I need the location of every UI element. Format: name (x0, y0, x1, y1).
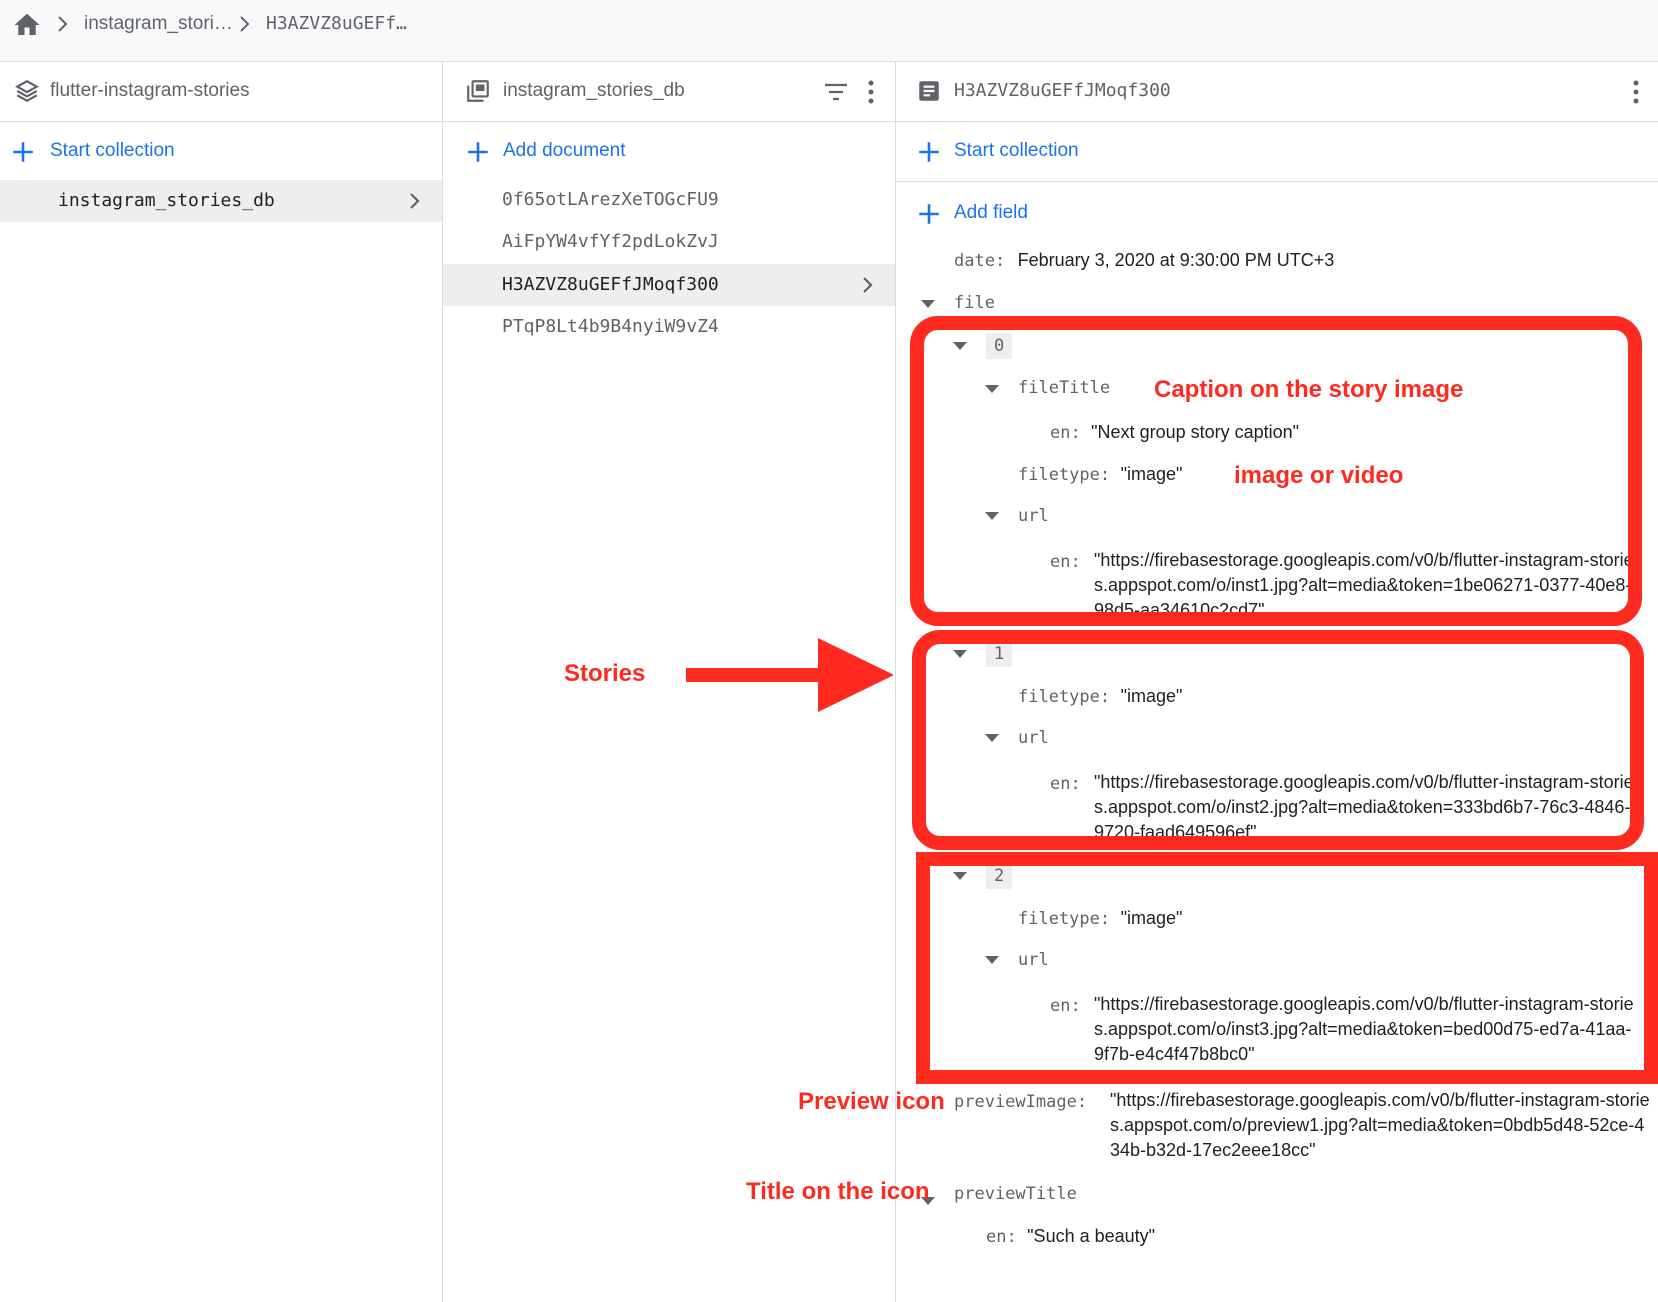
annotation-image-or-video: image or video (1234, 462, 1404, 489)
more-vert-icon[interactable] (861, 78, 881, 106)
field-previewTitle-en[interactable]: en: "Such a beauty" (986, 1226, 1155, 1247)
document-id: AiFpYW4vfYf2pdLokZvJ (502, 231, 719, 252)
column-collection-header: instagram_stories_db (443, 62, 895, 122)
annotation-box (912, 630, 1644, 850)
annotation-stories: Stories (564, 660, 646, 687)
field-file[interactable]: file (954, 293, 995, 313)
field-key: en: (986, 1227, 1017, 1247)
breadcrumb-item-document[interactable]: H3AZVZ8uGEFf… (266, 13, 407, 34)
field-value: "Such a beauty" (1027, 1226, 1156, 1246)
document-item-selected[interactable]: H3AZVZ8uGEFfJMoqf300 (443, 264, 895, 306)
document-item[interactable]: AiFpYW4vfYf2pdLokZvJ (443, 221, 895, 263)
breadcrumb-item-collection[interactable]: instagram_stori… (84, 13, 233, 35)
column-root: flutter-instagram-stories Start collecti… (0, 62, 443, 1302)
document-item[interactable]: PTqP8Lt4b9B4nyiW9vZ4 (443, 306, 895, 348)
start-collection-button[interactable]: Start collection (896, 122, 1658, 182)
column-document-title: H3AZVZ8uGEFfJMoqf300 (954, 80, 1171, 101)
field-key: file (954, 293, 995, 313)
collection-item[interactable]: instagram_stories_db (0, 180, 442, 222)
plus-icon (13, 142, 33, 162)
annotation-arrow (686, 638, 894, 712)
layers-icon (15, 80, 39, 102)
filter-icon[interactable] (823, 80, 849, 104)
add-field-button[interactable]: Add field (896, 182, 1658, 242)
annotation-title-on-icon: Title on the icon (746, 1178, 930, 1205)
field-key: previewTitle (954, 1184, 1077, 1204)
plus-icon (919, 204, 939, 224)
document-id: 0f65otLArezXeTOGcFU9 (502, 189, 719, 210)
home-icon[interactable] (12, 10, 42, 40)
chevron-right-icon (240, 16, 250, 32)
start-collection-label: Start collection (50, 140, 175, 161)
field-value: "https://firebasestorage.googleapis.com/… (1110, 1090, 1650, 1160)
column-document-header: H3AZVZ8uGEFfJMoqf300 (896, 62, 1658, 122)
chevron-right-icon (58, 16, 68, 32)
field-previewTitle[interactable]: previewTitle (954, 1184, 1077, 1204)
document-id: PTqP8Lt4b9B4nyiW9vZ4 (502, 316, 719, 337)
caret-down-icon[interactable] (920, 299, 936, 309)
field-value: February 3, 2020 at 9:30:00 PM UTC+3 (1017, 250, 1335, 270)
breadcrumb-bar: instagram_stori… H3AZVZ8uGEFf… (0, 0, 1658, 62)
column-collection-title: instagram_stories_db (503, 80, 685, 101)
field-key: date: (954, 251, 1006, 271)
collection-icon (467, 80, 489, 102)
field-date[interactable]: date: February 3, 2020 at 9:30:00 PM UTC… (954, 250, 1334, 271)
column-root-title: flutter-instagram-stories (50, 80, 250, 101)
annotation-caption: Caption on the story image (1154, 376, 1464, 403)
collection-name: instagram_stories_db (58, 190, 275, 211)
annotation-preview-icon: Preview icon (798, 1088, 945, 1115)
add-document-label: Add document (503, 140, 626, 161)
document-icon (919, 81, 939, 101)
start-collection-label: Start collection (954, 140, 1079, 161)
add-field-label: Add field (954, 202, 1028, 223)
plus-icon (919, 142, 939, 162)
start-collection-button[interactable]: Start collection (0, 122, 442, 182)
add-document-button[interactable]: Add document (443, 122, 895, 182)
more-vert-icon[interactable] (1626, 78, 1646, 106)
document-id: H3AZVZ8uGEFfJMoqf300 (502, 274, 719, 295)
field-key: previewImage: (954, 1092, 1088, 1112)
document-item[interactable]: 0f65otLArezXeTOGcFU9 (443, 179, 895, 221)
annotation-box (916, 852, 1658, 1084)
field-previewImage[interactable]: previewImage: (954, 1092, 1087, 1112)
chevron-right-icon (410, 193, 420, 209)
column-root-header: flutter-instagram-stories (0, 62, 442, 122)
chevron-right-icon (863, 277, 873, 293)
plus-icon (468, 142, 488, 162)
